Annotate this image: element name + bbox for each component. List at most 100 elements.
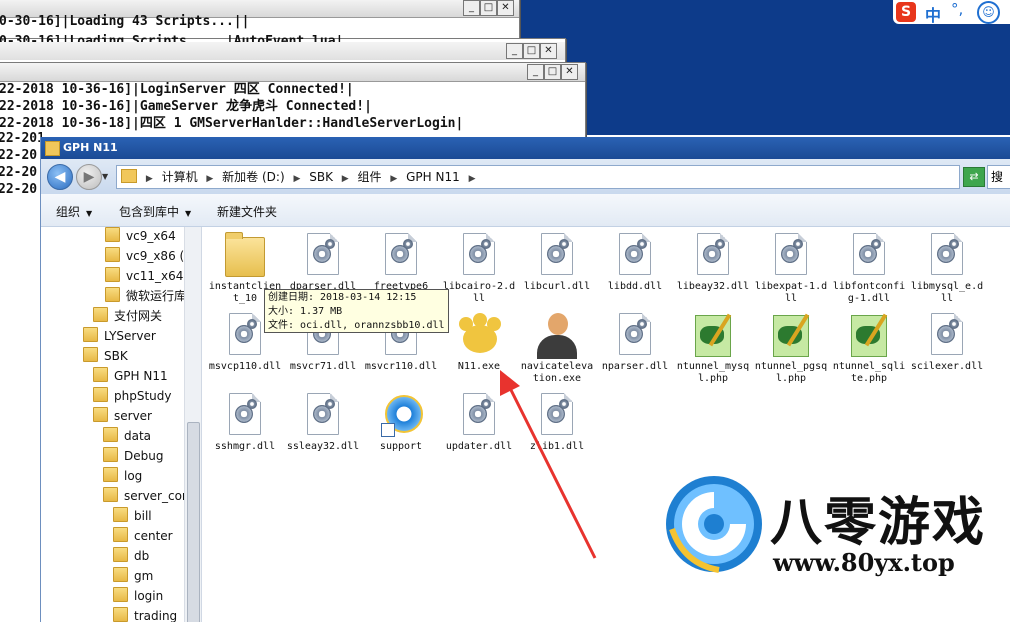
maximize-button[interactable]: □: [544, 64, 561, 80]
folder-icon: [105, 227, 120, 242]
dll-icon: [221, 393, 269, 439]
file-item[interactable]: ntunnel_mysql.php: [676, 313, 750, 385]
console-window-2[interactable]: 0-30-16]|Loading Scripts ... |AutoEvent.…: [0, 34, 566, 64]
tree-item[interactable]: gm: [113, 567, 153, 585]
breadcrumb-item[interactable]: GPH N11: [406, 170, 460, 184]
ime-language-toggle[interactable]: 中: [925, 2, 941, 26]
file-item[interactable]: nparser.dll: [598, 313, 672, 373]
close-button[interactable]: ✕: [540, 43, 557, 59]
folder-icon: [105, 247, 120, 262]
file-item[interactable]: sshmgr.dll: [208, 393, 282, 453]
new-folder-button[interactable]: 新建文件夹: [217, 203, 277, 220]
breadcrumb-item[interactable]: 组件: [358, 170, 382, 184]
tree-item[interactable]: Debug: [103, 447, 163, 465]
tree-item[interactable]: log: [103, 467, 142, 485]
file-item[interactable]: libfontconfig-1.dll: [832, 233, 906, 305]
file-item[interactable]: libcurl.dll: [520, 233, 594, 293]
organize-menu-button[interactable]: 组织 ▼: [56, 203, 92, 220]
tree-item[interactable]: vc11_x64: [105, 267, 183, 285]
tooltip-size: 大小: 1.37 MB: [268, 306, 343, 317]
console-line: 22-20: [0, 182, 38, 197]
file-item[interactable]: libexpat-1.dll: [754, 233, 828, 305]
emoji-icon[interactable]: ☺: [977, 1, 1000, 24]
dll-icon: [377, 233, 425, 279]
file-item[interactable]: libeay32.dll: [676, 233, 750, 293]
ime-toolbar[interactable]: S 中 °, ☺: [893, 0, 1010, 26]
explorer-titlebar[interactable]: GPH N11: [41, 137, 1010, 159]
tree-item[interactable]: server_con: [103, 487, 190, 505]
dll-icon: [611, 233, 659, 279]
file-item[interactable]: freetype6: [364, 233, 438, 293]
file-item[interactable]: dparser.dll: [286, 233, 360, 293]
file-item[interactable]: ntunnel_sqlite.php: [832, 313, 906, 385]
chevron-down-icon: ▼: [86, 209, 93, 218]
breadcrumb[interactable]: ▶ 计算机 ▶ 新加卷 (D:) ▶ SBK ▶ 组件 ▶ GPH N11 ▶: [116, 165, 960, 189]
chevron-right-icon[interactable]: ▶: [293, 174, 300, 184]
search-input[interactable]: 搜: [987, 165, 1010, 189]
chevron-right-icon[interactable]: ▶: [390, 174, 397, 184]
console-window-3[interactable]: _ □ ✕ 22-2018 10-36-16]|LoginServer 四区 C…: [0, 62, 586, 142]
file-item[interactable]: zlib1.dll: [520, 393, 594, 453]
console-titlebar[interactable]: _ □ ✕: [0, 42, 565, 60]
close-button[interactable]: ✕: [497, 0, 514, 16]
chevron-right-icon[interactable]: ▶: [146, 174, 153, 184]
file-item[interactable]: ssleay32.dll: [286, 393, 360, 453]
file-item[interactable]: libdd.dll: [598, 233, 672, 293]
console-line: 22-20: [0, 165, 38, 180]
tree-item[interactable]: server: [93, 407, 152, 425]
navigation-pane[interactable]: vc9_x64 vc9_x86 (必 vc11_x64 微软运行库 支付网关 L…: [41, 227, 202, 622]
php-icon: [767, 313, 815, 359]
file-item[interactable]: support: [364, 393, 438, 453]
breadcrumb-item[interactable]: SBK: [309, 170, 333, 184]
close-button[interactable]: ✕: [561, 64, 578, 80]
sogou-logo-icon[interactable]: S: [896, 2, 916, 22]
file-item[interactable]: N11.exe: [442, 313, 516, 373]
minimize-button[interactable]: _: [463, 0, 480, 16]
tree-item[interactable]: data: [103, 427, 151, 445]
dll-icon: [221, 313, 269, 359]
tree-item[interactable]: bill: [113, 507, 152, 525]
back-button[interactable]: ◀: [47, 164, 73, 190]
minimize-button[interactable]: _: [506, 43, 523, 59]
recent-pages-dropdown[interactable]: ▼: [102, 172, 108, 181]
maximize-button[interactable]: □: [480, 0, 497, 16]
file-item[interactable]: navicatelevation.exe: [520, 313, 594, 385]
tree-item[interactable]: login: [113, 587, 163, 605]
breadcrumb-item[interactable]: 新加卷 (D:): [222, 170, 284, 184]
tree-item[interactable]: vc9_x64: [105, 227, 176, 245]
dll-icon: [533, 393, 581, 439]
tree-item[interactable]: 微软运行库: [105, 287, 186, 305]
chevron-right-icon[interactable]: ▶: [342, 174, 349, 184]
file-item[interactable]: ntunnel_pgsql.php: [754, 313, 828, 385]
tree-item[interactable]: GPH N11: [93, 367, 168, 385]
tree-item[interactable]: 支付网关: [93, 307, 162, 325]
tree-item[interactable]: SBK: [83, 347, 128, 365]
file-item[interactable]: libmysql_e.dll: [910, 233, 984, 305]
tree-item[interactable]: phpStudy: [93, 387, 172, 405]
tree-item[interactable]: center: [113, 527, 173, 545]
tree-item[interactable]: trading: [113, 607, 177, 622]
tree-item[interactable]: vc9_x86 (必: [105, 247, 196, 265]
file-tooltip: 创建日期: 2018-03-14 12:15 大小: 1.37 MB 文件: o…: [264, 289, 449, 333]
minimize-button[interactable]: _: [527, 64, 544, 80]
folder-icon: [113, 527, 128, 542]
console-titlebar[interactable]: _ □ ✕: [0, 63, 585, 82]
include-in-library-button[interactable]: 包含到库中 ▼: [119, 203, 191, 220]
folder-icon: [113, 567, 128, 582]
file-item[interactable]: scilexer.dll: [910, 313, 984, 373]
dll-icon: [299, 393, 347, 439]
refresh-button[interactable]: ⇄: [963, 167, 985, 187]
breadcrumb-item[interactable]: 计算机: [162, 170, 198, 184]
file-item[interactable]: updater.dll: [442, 393, 516, 453]
tree-item[interactable]: db: [113, 547, 149, 565]
ime-punctuation-toggle[interactable]: °,: [951, 0, 963, 18]
file-item[interactable]: libcairo-2.dll: [442, 233, 516, 305]
tree-item[interactable]: LYServer: [83, 327, 156, 345]
tree-scrollbar[interactable]: [184, 227, 201, 622]
watermark-logo-icon: [666, 476, 762, 573]
chevron-right-icon[interactable]: ▶: [206, 174, 213, 184]
maximize-button[interactable]: □: [523, 43, 540, 59]
scrollbar-thumb[interactable]: [187, 422, 200, 622]
forward-button[interactable]: ▶: [76, 164, 102, 190]
chevron-right-icon[interactable]: ▶: [469, 174, 476, 184]
